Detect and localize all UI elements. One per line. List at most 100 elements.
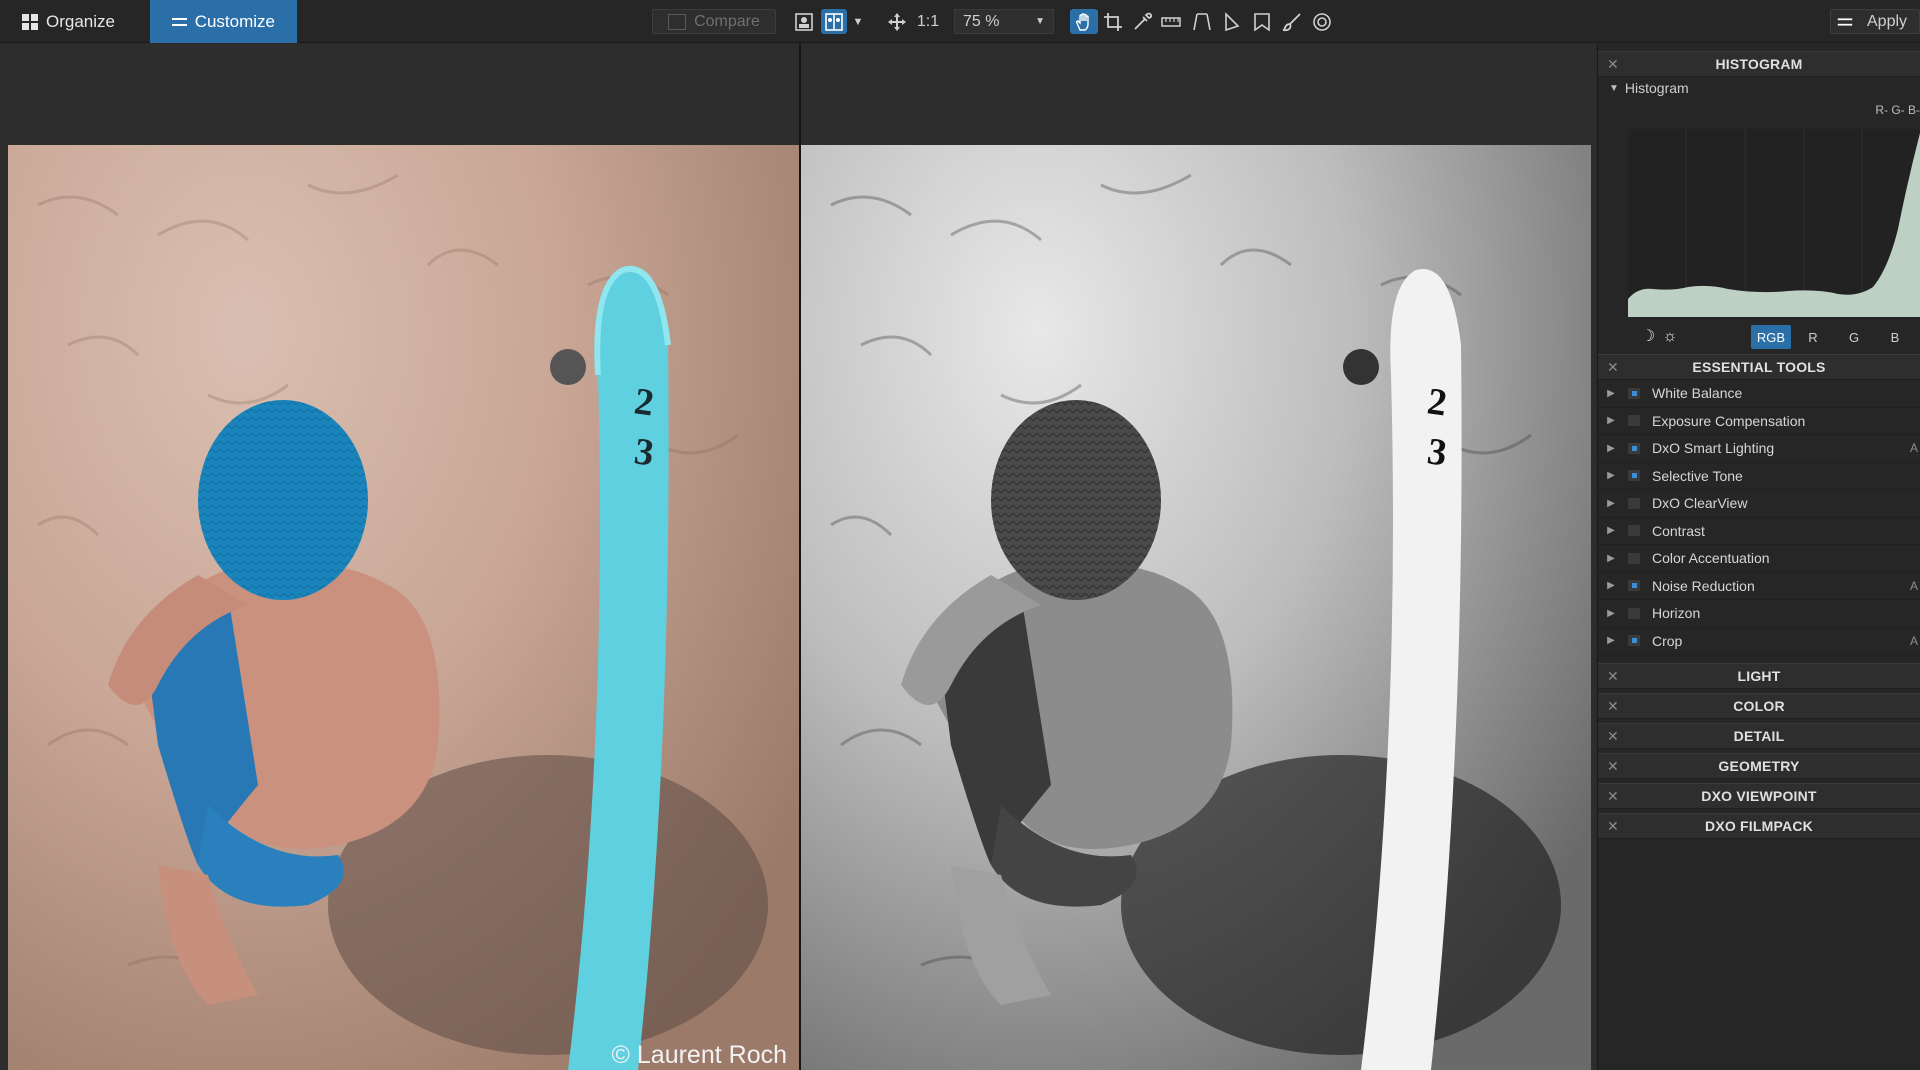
viewpoint-section-header[interactable]: ✕ DXO VIEWPOINT (1598, 783, 1920, 809)
essential-tools-title: ESSENTIAL TOOLS (1692, 359, 1826, 375)
tool-toggle[interactable] (1628, 442, 1640, 454)
chevron-down-icon: ▼ (1035, 16, 1045, 27)
tool-toggle[interactable] (1628, 415, 1640, 427)
tool-label: Noise Reduction (1652, 577, 1755, 594)
view-mode-dropdown[interactable]: ▼ (850, 9, 866, 34)
close-icon[interactable]: ✕ (1607, 788, 1619, 805)
tool-toggle[interactable] (1628, 497, 1640, 509)
hand-tool-button[interactable] (1070, 9, 1098, 34)
essential-tools-section-header[interactable]: ✕ ESSENTIAL TOOLS (1598, 354, 1920, 380)
fit-1-1-button[interactable]: 1:1 (912, 9, 944, 34)
histogram-b-button[interactable]: B (1875, 325, 1915, 349)
tab-customize[interactable]: Customize (150, 0, 297, 43)
pipette-tool-button[interactable] (1130, 9, 1154, 34)
close-icon[interactable]: ✕ (1607, 728, 1619, 745)
volume-deformation-tool-button[interactable] (1220, 9, 1244, 34)
close-icon[interactable]: ✕ (1607, 818, 1619, 835)
triangle-right-icon: ▶ (1607, 387, 1615, 399)
tool-row-crop[interactable]: ▶ Crop A (1598, 628, 1920, 655)
filmpack-section-header[interactable]: ✕ DXO FILMPACK (1598, 813, 1920, 839)
detail-section-header[interactable]: ✕ DETAIL (1598, 723, 1920, 749)
brush-tool-button[interactable] (1280, 9, 1304, 34)
tool-toggle[interactable] (1628, 525, 1640, 537)
single-view-icon (795, 12, 813, 31)
close-icon[interactable]: ✕ (1607, 56, 1619, 73)
color-section-header[interactable]: ✕ COLOR (1598, 693, 1920, 719)
tool-row-clearview[interactable]: ▶ DxO ClearView (1598, 490, 1920, 518)
pipette-icon (1134, 12, 1152, 30)
tool-row-horizon[interactable]: ▶ Horizon (1598, 600, 1920, 628)
brush-icon (1282, 12, 1301, 31)
grid-icon (22, 13, 38, 30)
section-title: DXO VIEWPOINT (1701, 788, 1817, 804)
split-view-button[interactable] (821, 9, 847, 34)
close-icon[interactable]: ✕ (1607, 359, 1619, 376)
histogram-section-header[interactable]: ✕ HISTOGRAM (1598, 51, 1920, 77)
original-photo-content: 2 3 (37, 173, 768, 1070)
section-title: DETAIL (1733, 728, 1785, 744)
close-icon[interactable]: ✕ (1607, 698, 1619, 715)
histogram-subheader[interactable]: ▼ Histogram (1598, 77, 1920, 99)
corrected-photo[interactable]: 2 3 (801, 145, 1591, 1070)
red-eye-tool-button[interactable] (1250, 9, 1274, 34)
auto-icon[interactable]: A (1910, 634, 1918, 648)
dust-tool-button[interactable] (1310, 9, 1334, 34)
sun-icon[interactable]: ☼ (1660, 327, 1680, 347)
histogram-subtitle: Histogram (1624, 80, 1689, 96)
geometry-section-header[interactable]: ✕ GEOMETRY (1598, 753, 1920, 779)
apply-preset-button[interactable]: Apply (1830, 9, 1920, 34)
close-icon[interactable]: ✕ (1607, 758, 1619, 775)
tool-row-selective-tone[interactable]: ▶ Selective Tone (1598, 463, 1920, 490)
compare-icon (668, 13, 687, 30)
moon-icon[interactable]: ☽ (1638, 327, 1658, 347)
tool-label: Color Accentuation (1652, 550, 1770, 567)
perspective-tool-button[interactable] (1190, 9, 1214, 34)
auto-icon[interactable]: A (1910, 579, 1918, 593)
tool-toggle[interactable] (1628, 387, 1640, 399)
compare-button[interactable]: Compare (652, 9, 776, 34)
section-title: GEOMETRY (1718, 758, 1800, 774)
histogram-r-button[interactable]: R (1793, 325, 1833, 349)
histogram-controls: ☽ ☼ RGB R G B (1608, 321, 1920, 351)
zoom-value: 75 % (963, 12, 1000, 30)
section-title: LIGHT (1737, 668, 1781, 684)
light-section-header[interactable]: ✕ LIGHT (1598, 663, 1920, 689)
ruler-tool-button[interactable] (1159, 9, 1183, 34)
single-view-button[interactable] (792, 9, 816, 34)
histogram-g-button[interactable]: G (1834, 325, 1874, 349)
main-toolbar: Organize Customize Compare ▼ 1:1 75 % ▼ (0, 0, 1920, 43)
move-button[interactable] (884, 9, 910, 34)
tool-toggle[interactable] (1628, 635, 1640, 647)
tool-label: Crop (1652, 632, 1683, 649)
sliders-icon (172, 15, 187, 29)
crop-tool-button[interactable] (1101, 9, 1125, 34)
tool-label: Contrast (1652, 522, 1705, 539)
tool-toggle[interactable] (1628, 552, 1640, 564)
original-photo[interactable]: 2 3 © Laurent Roch (8, 145, 799, 1070)
move-icon (888, 12, 906, 31)
tool-toggle[interactable] (1628, 607, 1640, 619)
histogram-panel: R- G- B- ☽ ☼ RGB R G B (1608, 99, 1920, 354)
photo-credit: © Laurent Roch (611, 1041, 787, 1069)
histogram-legend: R- G- B- (1875, 103, 1920, 117)
auto-icon[interactable]: A (1910, 441, 1918, 455)
triangle-right-icon: ▶ (1607, 415, 1615, 427)
tab-organize[interactable]: Organize (0, 0, 150, 43)
tool-row-color-accentuation[interactable]: ▶ Color Accentuation (1598, 545, 1920, 573)
tool-toggle[interactable] (1628, 470, 1640, 482)
tool-row-smart-lighting[interactable]: ▶ DxO Smart Lighting A (1598, 435, 1920, 463)
triangle-right-icon: ▶ (1607, 552, 1615, 564)
close-icon[interactable]: ✕ (1607, 668, 1619, 685)
apply-label: Apply (1867, 12, 1908, 30)
tool-row-noise-reduction[interactable]: ▶ Noise Reduction A (1598, 573, 1920, 600)
histogram-rgb-button[interactable]: RGB (1751, 325, 1791, 349)
section-title: COLOR (1733, 698, 1785, 714)
tool-row-contrast[interactable]: ▶ Contrast (1598, 518, 1920, 545)
split-view-icon (825, 12, 843, 31)
tool-row-exposure-compensation[interactable]: ▶ Exposure Compensation (1598, 408, 1920, 435)
tool-label: Horizon (1652, 605, 1701, 622)
triangle-right-icon: ▶ (1607, 607, 1615, 619)
tool-row-white-balance[interactable]: ▶ White Balance (1598, 380, 1920, 408)
zoom-select[interactable]: 75 % ▼ (954, 9, 1054, 34)
tool-toggle[interactable] (1628, 580, 1640, 592)
